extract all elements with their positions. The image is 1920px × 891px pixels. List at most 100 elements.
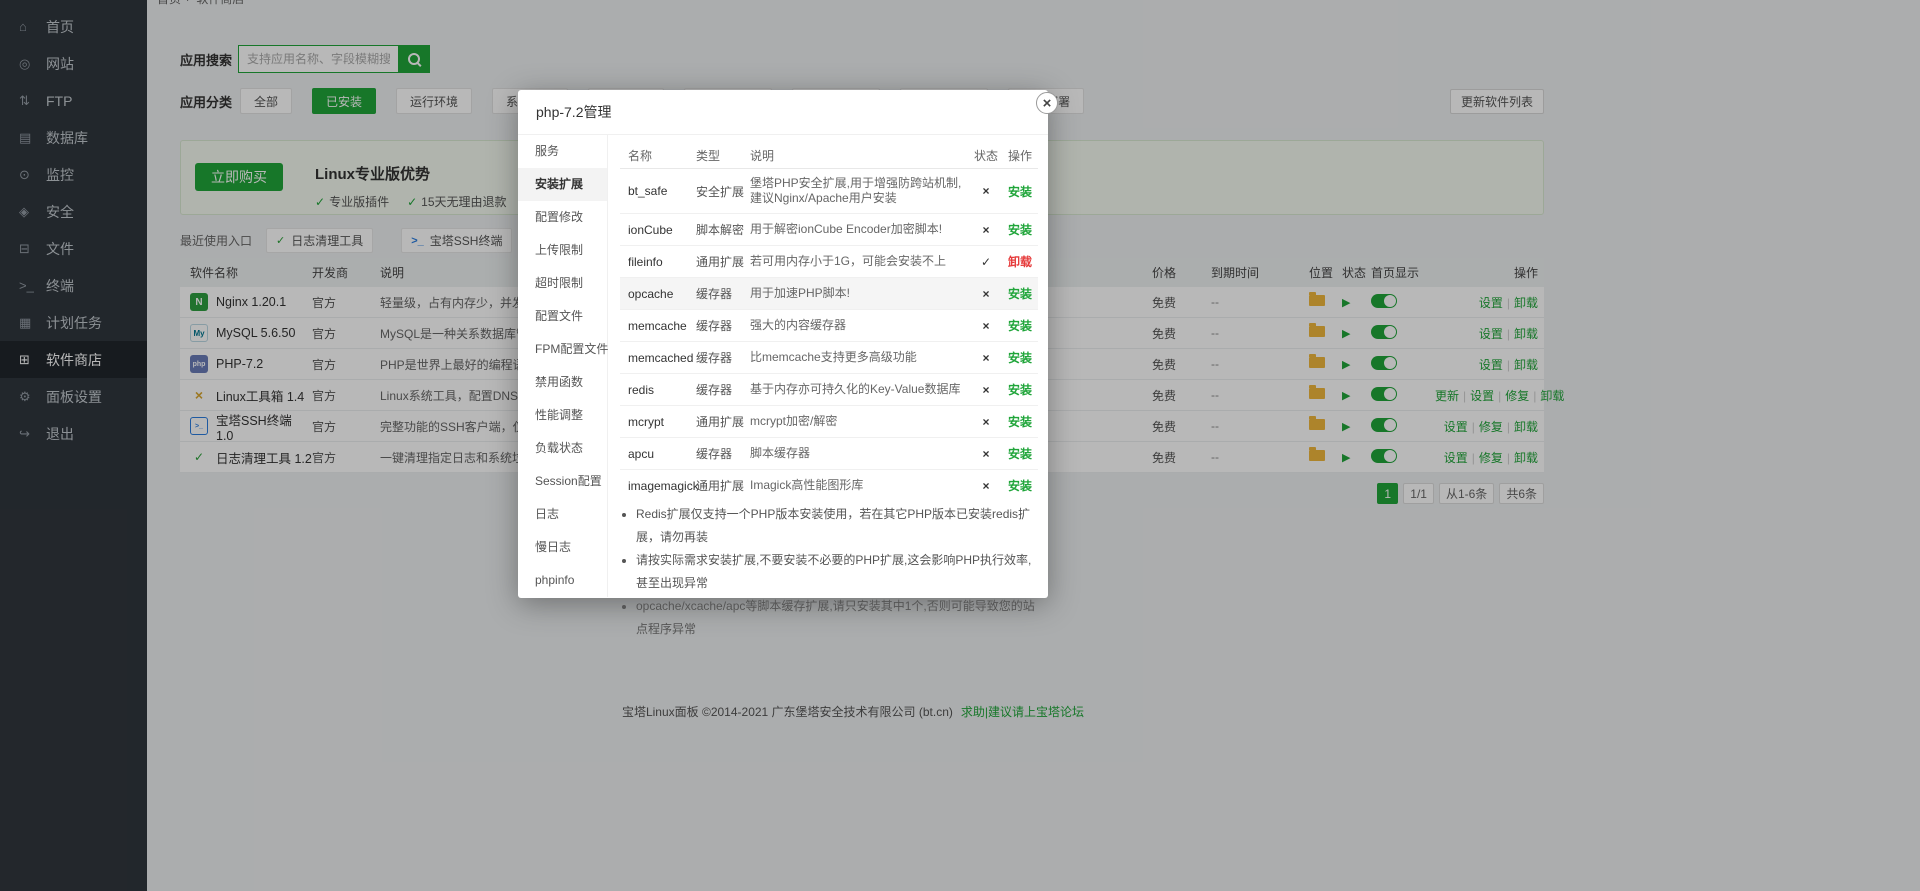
ext-column-header-4: 操作 (1002, 147, 1038, 164)
modal-tab-7[interactable]: 禁用函数 (518, 366, 607, 399)
ext-action: 安装 (1002, 221, 1038, 238)
ext-action-link[interactable]: 安装 (1008, 447, 1032, 461)
ext-type: 通用扩展 (696, 477, 750, 493)
ext-action: 安装 (1002, 445, 1038, 462)
ext-action: 安装 (1002, 413, 1038, 430)
modal-tab-0[interactable]: 服务 (518, 135, 607, 168)
ext-action: 安装 (1002, 183, 1038, 200)
ext-action-link[interactable]: 卸载 (1008, 255, 1032, 269)
ext-action-link[interactable]: 安装 (1008, 185, 1032, 199)
ext-action-link[interactable]: 安装 (1008, 319, 1032, 333)
ext-description: mcrypt加密/解密 (750, 414, 970, 429)
ext-status: × (970, 447, 1002, 461)
modal-tab-4[interactable]: 超时限制 (518, 267, 607, 300)
cross-icon: × (982, 184, 989, 198)
modal-tab-8[interactable]: 性能调整 (518, 399, 607, 432)
cross-icon: × (982, 383, 989, 397)
ext-notes: Redis扩展仅支持一个PHP版本安装使用，若在其它PHP版本已安装redis扩… (636, 503, 1038, 641)
screen: ⌂首页◎网站⇅FTP▤数据库⊙监控◈安全⊟文件>_终端▦计划任务⊞软件商店⚙面板… (0, 0, 1920, 891)
ext-action-link[interactable]: 安装 (1008, 415, 1032, 429)
ext-name: redis (620, 383, 696, 397)
modal-body: 服务安装扩展配置修改上传限制超时限制配置文件FPM配置文件禁用函数性能调整负载状… (518, 135, 1048, 597)
ext-note: 请按实际需求安装扩展,不要安装不必要的PHP扩展,这会影响PHP执行效率,甚至出… (636, 549, 1038, 595)
ext-description: 比memcache支持更多高级功能 (750, 350, 970, 365)
modal-tab-5[interactable]: 配置文件 (518, 300, 607, 333)
ext-action-link[interactable]: 安装 (1008, 383, 1032, 397)
ext-description: 堡塔PHP安全扩展,用于增强防跨站机制,建议Nginx/Apache用户安装 (750, 176, 970, 206)
ext-action-link[interactable]: 安装 (1008, 479, 1032, 493)
ext-action: 卸载 (1002, 253, 1038, 270)
ext-row: memcache缓存器强大的内容缓存器×安装 (620, 310, 1038, 342)
ext-type: 通用扩展 (696, 253, 750, 270)
ext-action-link[interactable]: 安装 (1008, 351, 1032, 365)
ext-description: Imagick高性能图形库 (750, 478, 970, 493)
ext-column-header-2: 说明 (750, 147, 970, 164)
ext-row: apcu缓存器脚本缓存器×安装 (620, 438, 1038, 470)
ext-row: ionCube脚本解密用于解密ionCube Encoder加密脚本!×安装 (620, 214, 1038, 246)
ext-table-body: bt_safe安全扩展堡塔PHP安全扩展,用于增强防跨站机制,建议Nginx/A… (620, 169, 1038, 493)
ext-name: bt_safe (620, 184, 696, 198)
cross-icon: × (982, 287, 989, 301)
ext-table-scroll[interactable]: bt_safe安全扩展堡塔PHP安全扩展,用于增强防跨站机制,建议Nginx/A… (620, 169, 1038, 493)
ext-action-link[interactable]: 安装 (1008, 287, 1032, 301)
ext-action: 安装 (1002, 477, 1038, 493)
ext-row: imagemagick通用扩展Imagick高性能图形库× 安装 (620, 470, 1038, 493)
check-icon: ✓ (981, 255, 991, 269)
modal-header: php-7.2管理 (518, 90, 1048, 135)
ext-name: imagemagick (620, 479, 696, 493)
ext-note: opcache/xcache/apc等脚本缓存扩展,请只安装其中1个,否则可能导… (636, 595, 1038, 641)
ext-description: 强大的内容缓存器 (750, 318, 970, 333)
modal-tab-2[interactable]: 配置修改 (518, 201, 607, 234)
cross-icon: × (982, 447, 989, 461)
ext-status: × (970, 415, 1002, 429)
modal-tab-10[interactable]: Session配置 (518, 465, 607, 498)
ext-row: bt_safe安全扩展堡塔PHP安全扩展,用于增强防跨站机制,建议Nginx/A… (620, 169, 1038, 214)
ext-row: memcached缓存器比memcache支持更多高级功能 × 安装 (620, 342, 1038, 374)
ext-row: fileinfo通用扩展若可用内存小于1G，可能会安装不上✓卸载 (620, 246, 1038, 278)
modal-tab-6[interactable]: FPM配置文件 (518, 333, 607, 366)
modal-tabs: 服务安装扩展配置修改上传限制超时限制配置文件FPM配置文件禁用函数性能调整负载状… (518, 135, 608, 597)
ext-column-header-3: 状态 (970, 147, 1002, 164)
modal-title: php-7.2管理 (536, 102, 611, 122)
cross-icon: × (982, 223, 989, 237)
ext-type: 脚本解密 (696, 221, 750, 238)
ext-row: opcache缓存器用于加速PHP脚本!×安装 (620, 278, 1038, 310)
ext-name: ionCube (620, 223, 696, 237)
close-icon[interactable]: × (1036, 92, 1058, 114)
modal-tab-12[interactable]: 慢日志 (518, 531, 607, 564)
ext-action-link[interactable]: 安装 (1008, 223, 1032, 237)
ext-name: memcached (620, 351, 696, 365)
cross-icon: × (982, 319, 989, 333)
ext-type: 缓存器 (696, 349, 750, 366)
ext-type: 缓存器 (696, 381, 750, 398)
ext-action: 安装 (1002, 317, 1038, 334)
ext-row: redis缓存器基于内存亦可持久化的Key-Value数据库 × 安装 (620, 374, 1038, 406)
ext-row: mcrypt通用扩展mcrypt加密/解密×安装 (620, 406, 1038, 438)
ext-column-header-1: 类型 (696, 147, 750, 164)
ext-type: 缓存器 (696, 445, 750, 462)
ext-name: opcache (620, 287, 696, 301)
cross-icon: × (982, 351, 989, 365)
ext-status: × (970, 319, 1002, 333)
ext-description: 用于加速PHP脚本! (750, 286, 970, 301)
ext-type: 通用扩展 (696, 413, 750, 430)
modal-tab-3[interactable]: 上传限制 (518, 234, 607, 267)
ext-status: × (970, 479, 1002, 493)
ext-description: 若可用内存小于1G，可能会安装不上 (750, 254, 970, 269)
ext-note: Redis扩展仅支持一个PHP版本安装使用，若在其它PHP版本已安装redis扩… (636, 503, 1038, 549)
ext-status: × (970, 351, 1002, 365)
cross-icon: × (982, 415, 989, 429)
ext-status: ✓ (970, 255, 1002, 269)
ext-description: 基于内存亦可持久化的Key-Value数据库 (750, 382, 970, 397)
ext-type: 缓存器 (696, 317, 750, 334)
modal-tab-13[interactable]: phpinfo (518, 564, 607, 597)
ext-action: 安装 (1002, 381, 1038, 398)
ext-description: 脚本缓存器 (750, 446, 970, 461)
php-manage-modal: × php-7.2管理 服务安装扩展配置修改上传限制超时限制配置文件FPM配置文… (518, 90, 1048, 598)
modal-tab-1[interactable]: 安装扩展 (518, 168, 607, 201)
ext-status: × (970, 383, 1002, 397)
ext-status: × (970, 287, 1002, 301)
modal-tab-11[interactable]: 日志 (518, 498, 607, 531)
modal-tab-9[interactable]: 负载状态 (518, 432, 607, 465)
ext-table-header: 名称类型说明状态操作 (620, 143, 1038, 169)
